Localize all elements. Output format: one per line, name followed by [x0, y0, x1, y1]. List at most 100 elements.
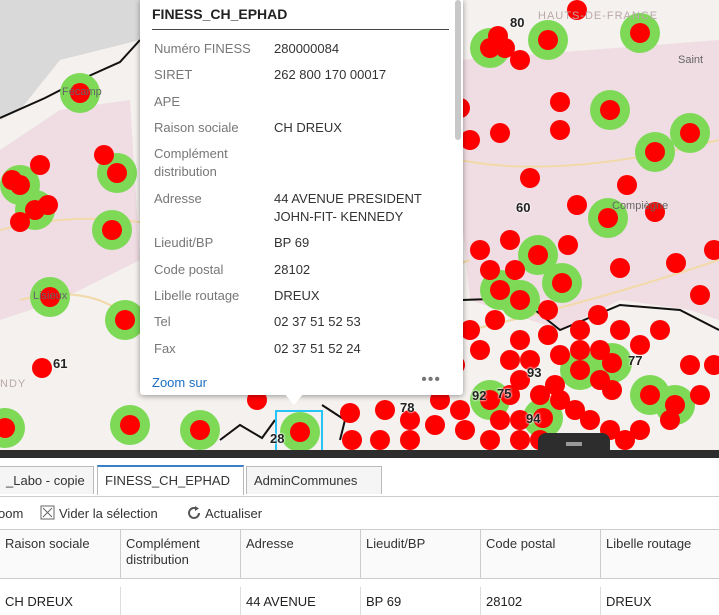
table-cell: 44 AVENUE	[241, 587, 361, 615]
map-point	[2, 170, 22, 190]
map-point	[617, 175, 637, 195]
dept-label-80: 80	[510, 15, 525, 30]
map-point	[528, 245, 548, 265]
field-value: 262 800 170 00017	[274, 67, 387, 82]
map-point	[645, 142, 665, 162]
map-point	[488, 26, 508, 46]
dept-label-61: 61	[53, 356, 68, 371]
table-toolbar: oom Vider la sélection Actualiser	[0, 497, 719, 529]
map-point	[490, 410, 510, 430]
map-point	[370, 430, 390, 450]
map-point	[485, 310, 505, 330]
region-label: HAUTS-DE-FRANCE	[538, 10, 659, 22]
field-label: Tel	[154, 314, 171, 329]
map-point	[510, 290, 530, 310]
dept-label-78: 78	[400, 400, 415, 415]
tab-finess-ch-ephad[interactable]: FINESS_CH_EPHAD	[97, 465, 244, 495]
map-point	[510, 330, 530, 350]
clear-selection-button[interactable]: Vider la sélection	[59, 506, 158, 521]
map-point	[570, 320, 590, 340]
map-point	[590, 340, 610, 360]
table-cell	[121, 587, 241, 615]
column-header[interactable]: Libelle routage	[601, 529, 719, 579]
map-point	[602, 380, 622, 400]
map-point	[455, 420, 475, 440]
map-point	[550, 120, 570, 140]
field-label: Adresse	[154, 191, 202, 206]
table-cell: 28102	[481, 587, 601, 615]
map-point	[640, 385, 660, 405]
field-label: Lieudit/BP	[154, 235, 214, 250]
map-point	[500, 230, 520, 250]
map-point	[480, 430, 500, 450]
map-point	[470, 340, 490, 360]
column-header[interactable]: Complément distribution	[121, 529, 241, 579]
column-header[interactable]: Lieudit/BP	[361, 529, 481, 579]
map-point	[600, 100, 620, 120]
map-point	[30, 155, 50, 175]
map-point	[500, 350, 520, 370]
attribute-table: Raison sociale Complément distribution A…	[0, 529, 719, 615]
popup-title-divider	[152, 29, 449, 30]
map-point	[680, 355, 700, 375]
zoom-button[interactable]: oom	[0, 506, 23, 521]
map-view[interactable]: HAUTS-DE-FRANCE NDY Fécamp Saint Compièg…	[0, 0, 719, 452]
map-point	[567, 195, 587, 215]
field-label: Raison sociale	[154, 120, 239, 135]
popup-fields[interactable]: Numéro FINESS 280000084 SIRET 262 800 17…	[140, 36, 456, 366]
field-label: Complément distribution	[154, 146, 228, 179]
field-value: CH DREUX	[274, 120, 342, 135]
popup-footer: Zoom sur •••	[140, 370, 463, 395]
map-point	[120, 415, 140, 435]
grip-icon	[566, 442, 582, 446]
map-point	[660, 410, 680, 430]
dept-label-93: 93	[527, 365, 542, 380]
field-value: 28102	[274, 262, 311, 277]
tab-labo-copie[interactable]: _Labo - copie	[0, 466, 94, 494]
map-point	[588, 305, 608, 325]
popup-scrollbar[interactable]	[455, 0, 461, 140]
map-point	[505, 260, 525, 280]
map-point	[538, 30, 558, 50]
city-label-lisieux: Lisieux	[33, 290, 68, 302]
map-point	[610, 258, 630, 278]
field-value: 02 37 51 52 53	[274, 314, 361, 329]
splitter-handle[interactable]	[538, 433, 610, 453]
map-point	[490, 280, 510, 300]
map-point	[630, 335, 650, 355]
region-label-2: NDY	[0, 378, 27, 390]
map-point	[680, 123, 700, 143]
map-point	[94, 145, 114, 165]
clear-selection-icon	[40, 505, 55, 523]
dept-label-92: 92	[472, 388, 487, 403]
dept-label-60: 60	[516, 200, 531, 215]
city-label-fecamp: Fécamp	[62, 86, 102, 98]
refresh-button[interactable]: Actualiser	[205, 506, 262, 521]
map-point	[32, 358, 52, 378]
map-point	[570, 340, 590, 360]
map-point	[460, 320, 480, 340]
feature-popup: FINESS_CH_EPHAD Numéro FINESS 280000084 …	[140, 0, 463, 405]
field-value: DREUX	[274, 288, 320, 303]
field-label: SIRET	[154, 67, 193, 82]
column-header[interactable]: Adresse	[241, 529, 361, 579]
map-point	[342, 430, 362, 450]
more-icon[interactable]: •••	[421, 371, 441, 389]
map-point	[102, 220, 122, 240]
column-header[interactable]: Code postal	[481, 529, 601, 579]
field-label: Fax	[154, 341, 176, 356]
map-point	[570, 360, 590, 380]
zoom-to-link[interactable]: Zoom sur	[152, 375, 207, 390]
attribute-table-tabs: _Labo - copie FINESS_CH_EPHAD AdminCommu…	[0, 458, 719, 497]
map-point	[340, 403, 360, 423]
map-point	[25, 200, 45, 220]
panel-splitter[interactable]	[0, 433, 719, 458]
map-point	[107, 163, 127, 183]
field-value: 280000084	[274, 41, 340, 56]
map-point	[400, 430, 420, 450]
field-label: APE	[154, 94, 181, 109]
map-point	[630, 23, 650, 43]
tab-admincommunes[interactable]: AdminCommunes	[246, 466, 382, 494]
column-header[interactable]: Raison sociale	[0, 529, 121, 579]
dept-label-75: 75	[497, 386, 512, 401]
